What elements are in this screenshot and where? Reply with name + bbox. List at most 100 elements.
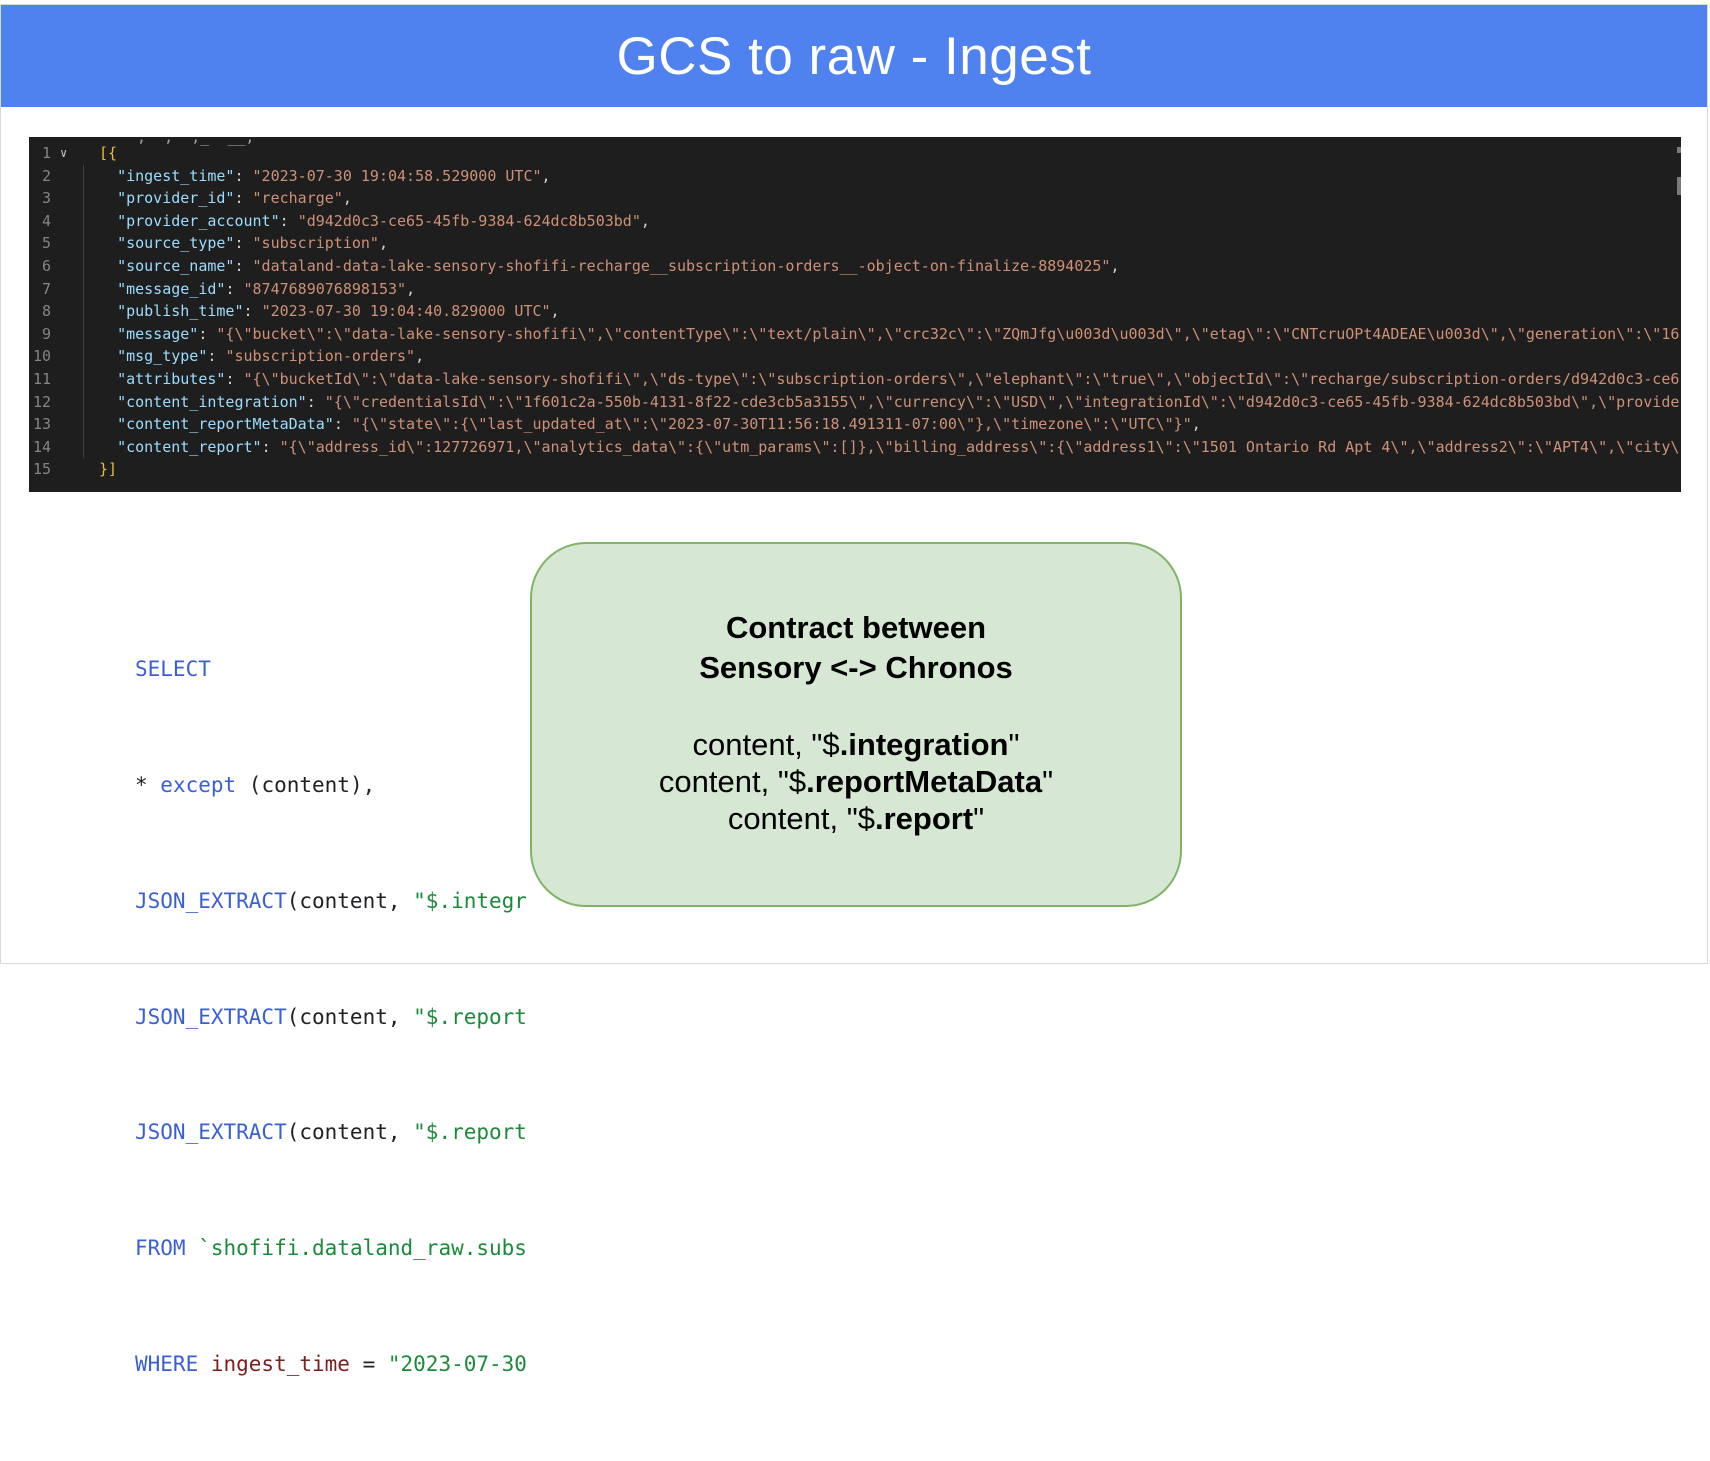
code-line: 8 "publish_time": "2023-07-30 19:04:40.8…	[29, 300, 1681, 323]
indent-guide	[83, 255, 84, 278]
line-number: 9	[41, 324, 51, 343]
json-bracket: }]	[99, 460, 118, 479]
line-number: 1	[41, 144, 51, 162]
contract-heading-line: Sensory <-> Chronos	[699, 650, 1013, 685]
json-value: "{\"address_id\":127726971,\"analytics_d…	[279, 437, 1680, 456]
path-prefix: content, "$	[727, 801, 875, 836]
json-colon: :	[333, 415, 352, 434]
indent-guide	[83, 232, 84, 255]
indent-guide	[83, 164, 84, 188]
sql-star: *	[135, 772, 161, 797]
json-colon: :	[306, 392, 325, 411]
json-comma: ,	[415, 347, 425, 366]
code-text: "content_reportMetaData": "{\"state\":{\…	[99, 413, 1201, 436]
json-colon: :	[234, 166, 253, 185]
indent-guide	[83, 413, 84, 436]
code-line: 10 "msg_type": "subscription-orders",	[29, 345, 1681, 368]
sql-operator: =	[349, 1351, 388, 1376]
code-text: "attributes": "{\"bucketId\":\"data-lake…	[99, 368, 1679, 391]
sql-select-keyword: SELECT	[135, 657, 211, 682]
path-key: .reportMetaData	[806, 764, 1043, 799]
json-value: "2023-07-30 19:04:58.529000 UTC"	[252, 166, 542, 185]
json-code-panel: "","","",_""__,"" 1 ∨[{2 "ingest_time": "…	[29, 137, 1681, 492]
code-line: 14 "content_report": "{\"address_id\":12…	[29, 435, 1681, 459]
path-key: .integration	[839, 727, 1009, 762]
json-key: "provider_account"	[117, 211, 280, 230]
path-key: .report	[874, 801, 974, 836]
sql-function: JSON_EXTRACT	[135, 1120, 287, 1145]
json-value: "d942d0c3-ce65-45fb-9384-624dc8b503bd"	[297, 211, 641, 230]
sql-function: JSON_EXTRACT	[135, 1004, 287, 1029]
json-key: "attributes"	[117, 370, 226, 388]
sql-args: (content,	[286, 888, 414, 913]
path-prefix: content, "$	[658, 764, 807, 799]
code-text: "provider_account": "d942d0c3-ce65-45fb-…	[99, 210, 650, 233]
code-line: 3 "provider_id": "recharge",	[29, 187, 1681, 210]
line-number: 3	[41, 189, 51, 208]
sql-path-string: "$.report	[413, 1120, 527, 1145]
indent-guide	[83, 322, 84, 346]
line-number: 2	[41, 166, 51, 185]
sql-args: (content,	[286, 1004, 414, 1029]
line-number: 5	[41, 234, 51, 253]
json-key: "msg_type"	[117, 347, 208, 366]
title-bar: GCS to raw - Ingest	[1, 5, 1707, 107]
contract-path-reportmetadata: content, "$.reportMetaData"	[532, 763, 1180, 800]
sql-date-string: "2023-07-30	[387, 1351, 527, 1376]
sql-except-keyword: except	[160, 772, 237, 797]
json-comma: ,	[378, 234, 388, 253]
json-key: "source_name"	[117, 257, 235, 275]
sql-from-keyword: FROM	[135, 1236, 186, 1261]
line-number: 8	[41, 302, 51, 321]
path-suffix: "	[1042, 764, 1054, 799]
sql-line-extract-1: JSON_EXTRACT(content, "$.integr	[135, 882, 527, 921]
json-value: "{\"bucket\":\"data-lake-sensory-shofifi…	[216, 324, 1680, 343]
line-number: 11	[32, 370, 51, 388]
json-comma: ,	[640, 211, 650, 230]
slide: GCS to raw - Ingest "","","",_""__,"" 1 ∨…	[0, 4, 1708, 1376]
sql-args: (content,	[286, 1120, 414, 1145]
json-colon: :	[225, 279, 244, 298]
json-colon: :	[243, 302, 262, 321]
line-number: 14	[32, 437, 51, 456]
code-line: 15}]	[29, 458, 1681, 481]
json-key: "message_id"	[117, 279, 226, 298]
json-colon: :	[234, 234, 253, 253]
json-comma: ,	[342, 189, 352, 208]
path-suffix: "	[973, 801, 985, 836]
code-line: 9 "message": "{\"bucket\":\"data-lake-se…	[29, 322, 1681, 346]
slide-title: GCS to raw - Ingest	[616, 26, 1092, 86]
line-number: 12	[32, 392, 51, 411]
json-value: "recharge"	[252, 189, 343, 208]
json-key: "content_report"	[117, 437, 262, 456]
code-text: "message_id": "8747689076898153",	[99, 278, 415, 301]
scrollbar-marker[interactable]	[1677, 177, 1681, 195]
contract-heading: Contract between Sensory <-> Chronos	[532, 608, 1180, 688]
json-comma: ,	[406, 279, 416, 298]
json-colon: :	[279, 211, 298, 230]
sql-function: JSON_EXTRACT	[135, 888, 287, 913]
path-prefix: content, "$	[692, 727, 840, 762]
contract-callout: Contract between Sensory <-> Chronos con…	[530, 542, 1182, 907]
code-line: 7 "message_id": "8747689076898153",	[29, 277, 1681, 301]
code-line: 4 "provider_account": "d942d0c3-ce65-45f…	[29, 209, 1681, 233]
fold-chevron-icon[interactable]: ∨	[60, 142, 67, 165]
json-colon: :	[261, 437, 280, 456]
json-value: "{\"credentialsId\":\"1f601c2a-550b-4131…	[324, 392, 1680, 411]
indent-guide	[83, 368, 84, 391]
sql-line-from: FROM `shofifi.dataland_raw.subs	[135, 1229, 527, 1268]
line-number: 15	[32, 460, 51, 479]
json-value: "subscription-orders"	[225, 347, 416, 366]
indent-guide	[83, 435, 84, 459]
json-value: "dataland-data-lake-sensory-shofifi-rech…	[252, 257, 1111, 275]
sql-line-except: * except (content),	[135, 766, 527, 805]
code-text: "source_name": "dataland-data-lake-senso…	[99, 255, 1119, 278]
sql-line-extract-3: JSON_EXTRACT(content, "$.report	[135, 1113, 527, 1152]
path-suffix: "	[1008, 727, 1020, 762]
sql-query: SELECT * except (content), JSON_EXTRACT(…	[135, 573, 527, 1461]
code-text: "publish_time": "2023-07-30 19:04:40.829…	[99, 300, 560, 323]
line-number: 13	[32, 415, 51, 434]
sql-line-where: WHERE ingest_time = "2023-07-30	[135, 1345, 527, 1384]
scrollbar-marker[interactable]	[1677, 147, 1681, 153]
json-colon: :	[234, 189, 253, 208]
